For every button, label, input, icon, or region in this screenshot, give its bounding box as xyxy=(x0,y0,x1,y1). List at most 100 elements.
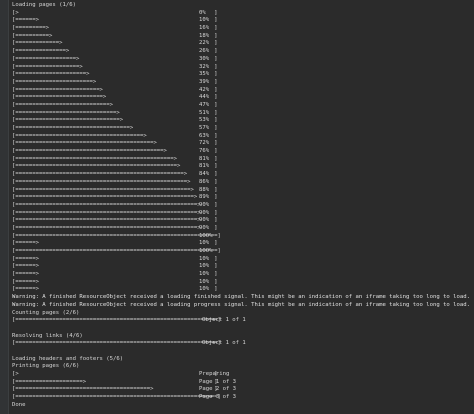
console-line: [=======================================… xyxy=(12,225,474,233)
console-line-status: 10% xyxy=(199,263,210,270)
console-line: [=======================================… xyxy=(12,210,474,218)
console-line-status: 0% xyxy=(199,9,206,16)
console-line-status: 84% xyxy=(199,171,210,178)
console-line-text: [======> ] xyxy=(12,278,218,285)
console-line: Loading pages (1/6) xyxy=(12,2,474,10)
console-line-text: [======> ] xyxy=(12,17,218,24)
console-line-text: [===============================> ] xyxy=(12,117,218,124)
console-line: [======> ] 10% xyxy=(12,17,474,25)
console-line-text: [=======================================… xyxy=(12,317,221,324)
console-line-text: [=======================================… xyxy=(12,186,218,193)
console-line: [======> ] 10% xyxy=(12,240,474,248)
console-line-status: Preparing xyxy=(199,371,230,377)
console-line-text: [==========================> ] xyxy=(12,94,218,101)
console-line: [=======================================… xyxy=(12,248,474,256)
console-line-text: [=======================================… xyxy=(12,232,221,239)
console-line-text: [==========> ] xyxy=(12,32,218,39)
console-line-text: [=========================> ] xyxy=(12,86,218,93)
console-line: [====================> ] Page 1 of 3 xyxy=(12,379,474,387)
console-line-text: [======> ] xyxy=(12,255,218,262)
console-line: [=======================================… xyxy=(12,202,474,210)
console-line-text: [======> ] xyxy=(12,240,218,247)
console-line: [=========================> ] 42% xyxy=(12,87,474,95)
console-line-status: 81% xyxy=(199,155,210,162)
console-line-status: 100% xyxy=(199,248,213,254)
console-line: [> ] 0% xyxy=(12,10,474,18)
console-line-text: [=======================================… xyxy=(12,209,218,216)
console-line-status: Page 2 of 3 xyxy=(199,386,237,393)
console-line: Warning: A finished ResourceObject recei… xyxy=(12,294,474,302)
console-line-text: [===================> ] xyxy=(12,63,218,70)
console-line-text: [==================> ] xyxy=(12,55,218,62)
console-line-text: [=======================> ] xyxy=(12,78,218,85)
console-line-status: 90% xyxy=(199,209,210,216)
console-line-text: [=====================> ] xyxy=(12,71,218,78)
console-line-text: Warning: A finished ResourceObject recei… xyxy=(12,294,471,301)
console-line: [==============================> ] 51% xyxy=(12,110,474,118)
console-line-text: [=======================================… xyxy=(12,148,218,155)
console-line-text: [=======================================… xyxy=(12,394,221,401)
console-line-text: [=======================================… xyxy=(12,386,218,393)
console-line-status: 42% xyxy=(199,86,210,93)
console-line-text: [> ] xyxy=(12,371,218,377)
console-line-status: 16% xyxy=(199,25,210,32)
console-line-text: [=======================================… xyxy=(12,171,218,178)
console-line-text: [======================================>… xyxy=(12,132,218,139)
console-line-status: 47% xyxy=(199,101,210,108)
console-line-status: 76% xyxy=(199,148,210,155)
console-line: Printing pages (6/6) xyxy=(12,363,474,371)
console-line: [======> ] 10% xyxy=(12,263,474,271)
console-line-status: 44% xyxy=(199,94,210,101)
console-line-text: [======> ] xyxy=(12,263,218,270)
console-line-text: [=======================================… xyxy=(12,224,218,231)
console-line-text: [=======================================… xyxy=(12,201,218,208)
console-line-status: 35% xyxy=(199,71,210,78)
console-line-text: Counting pages (2/6) xyxy=(12,309,80,316)
console-line-text: [==================================> ] xyxy=(12,125,218,131)
console-line-text: [=======================================… xyxy=(12,340,221,347)
console-line-status: 86% xyxy=(199,178,210,185)
console-line-text: Warning: A finished ResourceObject recei… xyxy=(12,301,471,308)
console-line-status: 10% xyxy=(199,240,210,247)
console-line: [=========> ] 16% xyxy=(12,25,474,33)
console-line-text: [====================> ] xyxy=(12,378,218,385)
console-line-status: 53% xyxy=(199,117,210,124)
console-line: [======> ] 10% xyxy=(12,286,474,294)
console-line-status: Object 1 of 1 xyxy=(202,340,246,347)
console-line-status: 32% xyxy=(199,63,210,70)
console-line-status: 26% xyxy=(199,48,210,55)
console-line: [==================================> ] 57… xyxy=(12,125,474,133)
console-line-text: [=======================================… xyxy=(12,194,218,201)
console-line: [=======================================… xyxy=(12,340,474,348)
console-line-status: 10% xyxy=(199,255,210,262)
console-line-status: 90% xyxy=(199,224,210,231)
console-line: [=======================> ] 39% xyxy=(12,79,474,87)
console-line-status: 22% xyxy=(199,40,210,47)
console-line: Counting pages (2/6) xyxy=(12,310,474,318)
console-line-text: [===============> ] xyxy=(12,48,218,55)
console-line-status: 90% xyxy=(199,201,210,208)
console-line: Resolving links (4/6) xyxy=(12,333,474,341)
console-line: [===============================> ] 53% xyxy=(12,117,474,125)
console-line-status: 72% xyxy=(199,140,210,147)
console-line-text: Resolving links (4/6) xyxy=(12,332,83,339)
console-line: [=======================================… xyxy=(12,317,474,325)
console-line-text: [=======================================… xyxy=(12,217,218,224)
console-line: [======> ] 10% xyxy=(12,256,474,264)
console-line-status: 10% xyxy=(199,278,210,285)
console-line: [=======================================… xyxy=(12,187,474,195)
console-line-text: [======> ] xyxy=(12,286,218,293)
console-line-text: [==============================> ] xyxy=(12,109,218,116)
console-line: [=======================================… xyxy=(12,171,474,179)
console-line-text: [=======================================… xyxy=(12,178,218,185)
console-line-status: 100% xyxy=(199,232,213,239)
console-line-status: 10% xyxy=(199,286,210,293)
console-line-status: 90% xyxy=(199,217,210,224)
console-line-text: [=============> ] xyxy=(12,40,218,47)
console-line-text: Done xyxy=(12,401,26,408)
console-line-status: 10% xyxy=(199,17,210,24)
console-line: [==========> ] 18% xyxy=(12,33,474,41)
console-line: [=======================================… xyxy=(12,386,474,394)
console-line-status: 30% xyxy=(199,55,210,62)
console-line: [> ] Preparing xyxy=(12,371,474,379)
